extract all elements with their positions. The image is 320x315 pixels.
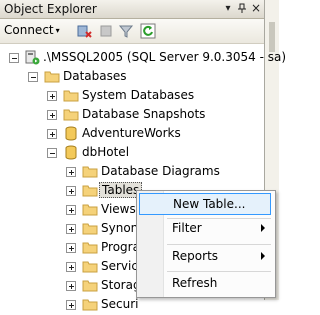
tree-label: Securi [101,297,139,311]
folder-icon [63,107,79,122]
menu-item-filter[interactable]: Filter [139,218,271,240]
panel-title: Object Explorer [4,2,97,16]
folder-icon [82,297,98,312]
refresh-icon[interactable] [140,23,156,39]
tree-node-database-snapshots[interactable]: Database Snapshots [0,105,264,124]
expand-toggle[interactable] [66,205,76,215]
window-position-icon[interactable]: ▾ [222,2,234,15]
tree-label: Storag [101,278,141,292]
tree-node-databases[interactable]: Databases [0,67,264,86]
database-icon [63,145,79,160]
folder-icon [82,259,98,274]
filter-icon[interactable] [118,23,134,39]
object-explorer-titlebar: Object Explorer ▾ × [0,0,264,19]
context-menu: New Table... Filter Reports Refresh [136,190,276,298]
auto-hide-pin-icon[interactable] [236,2,248,15]
expand-toggle[interactable] [47,91,57,101]
chevron-down-icon: ▾ [55,26,60,35]
expand-toggle[interactable] [66,243,76,253]
tree-label: Progra [101,240,140,254]
menu-item-refresh[interactable]: Refresh [139,273,271,295]
connect-dropdown-button[interactable]: Connect ▾ [4,23,60,37]
expand-toggle[interactable] [47,110,57,120]
menu-item-label: New Table... [173,197,246,211]
tree-label: System Databases [82,88,195,102]
expand-toggle[interactable] [66,262,76,272]
tree-node-server[interactable]: .\MSSQL2005 (SQL Server 9.0.3054 - sa) [0,48,286,67]
folder-icon [82,183,98,198]
folder-icon [82,164,98,179]
tree-node-system-databases[interactable]: System Databases [0,86,264,105]
menu-item-label: Reports [172,249,219,263]
tree-node-adventureworks[interactable]: AdventureWorks [0,124,264,143]
expand-toggle[interactable] [66,167,76,177]
expand-toggle[interactable] [66,224,76,234]
expand-toggle[interactable] [66,281,76,291]
menu-item-reports[interactable]: Reports [139,246,271,268]
object-explorer-toolbar: Connect ▾ [0,19,264,44]
tree-label: Synon [101,221,139,235]
menu-item-label: Refresh [172,276,218,290]
stop-icon[interactable] [98,23,114,39]
disconnect-icon[interactable] [76,23,92,39]
database-icon [63,126,79,141]
tree-node-dbhotel[interactable]: dbHotel [0,143,264,162]
folder-icon [82,202,98,217]
tree-label: Database Diagrams [101,164,220,178]
tree-label: Database Snapshots [82,107,206,121]
folder-icon [82,278,98,293]
tree-label: .\MSSQL2005 (SQL Server 9.0.3054 - sa) [43,50,287,64]
menu-item-new-table[interactable]: New Table... [139,193,271,215]
menu-item-label: Filter [172,221,202,235]
expand-toggle[interactable] [66,300,76,310]
server-connected-icon [24,50,40,65]
menu-separator [167,244,271,245]
folder-icon [63,88,79,103]
submenu-arrow-icon [261,252,265,260]
expand-toggle[interactable] [66,186,76,196]
tree-label: AdventureWorks [82,126,181,140]
expand-toggle[interactable] [47,129,57,139]
tree-label: dbHotel [82,145,130,159]
close-icon[interactable]: × [250,2,262,15]
collapse-toggle[interactable] [9,53,19,63]
tree-label: Views [101,202,136,216]
tree-node-database-diagrams[interactable]: Database Diagrams [0,162,264,181]
folder-icon [82,240,98,255]
tree-label: Databases [63,69,127,83]
collapse-toggle[interactable] [28,72,38,82]
collapse-toggle[interactable] [47,148,57,158]
submenu-arrow-icon [261,224,265,232]
folder-icon [44,69,60,84]
connect-label: Connect [4,23,54,37]
menu-separator [167,271,271,272]
folder-icon [82,221,98,236]
